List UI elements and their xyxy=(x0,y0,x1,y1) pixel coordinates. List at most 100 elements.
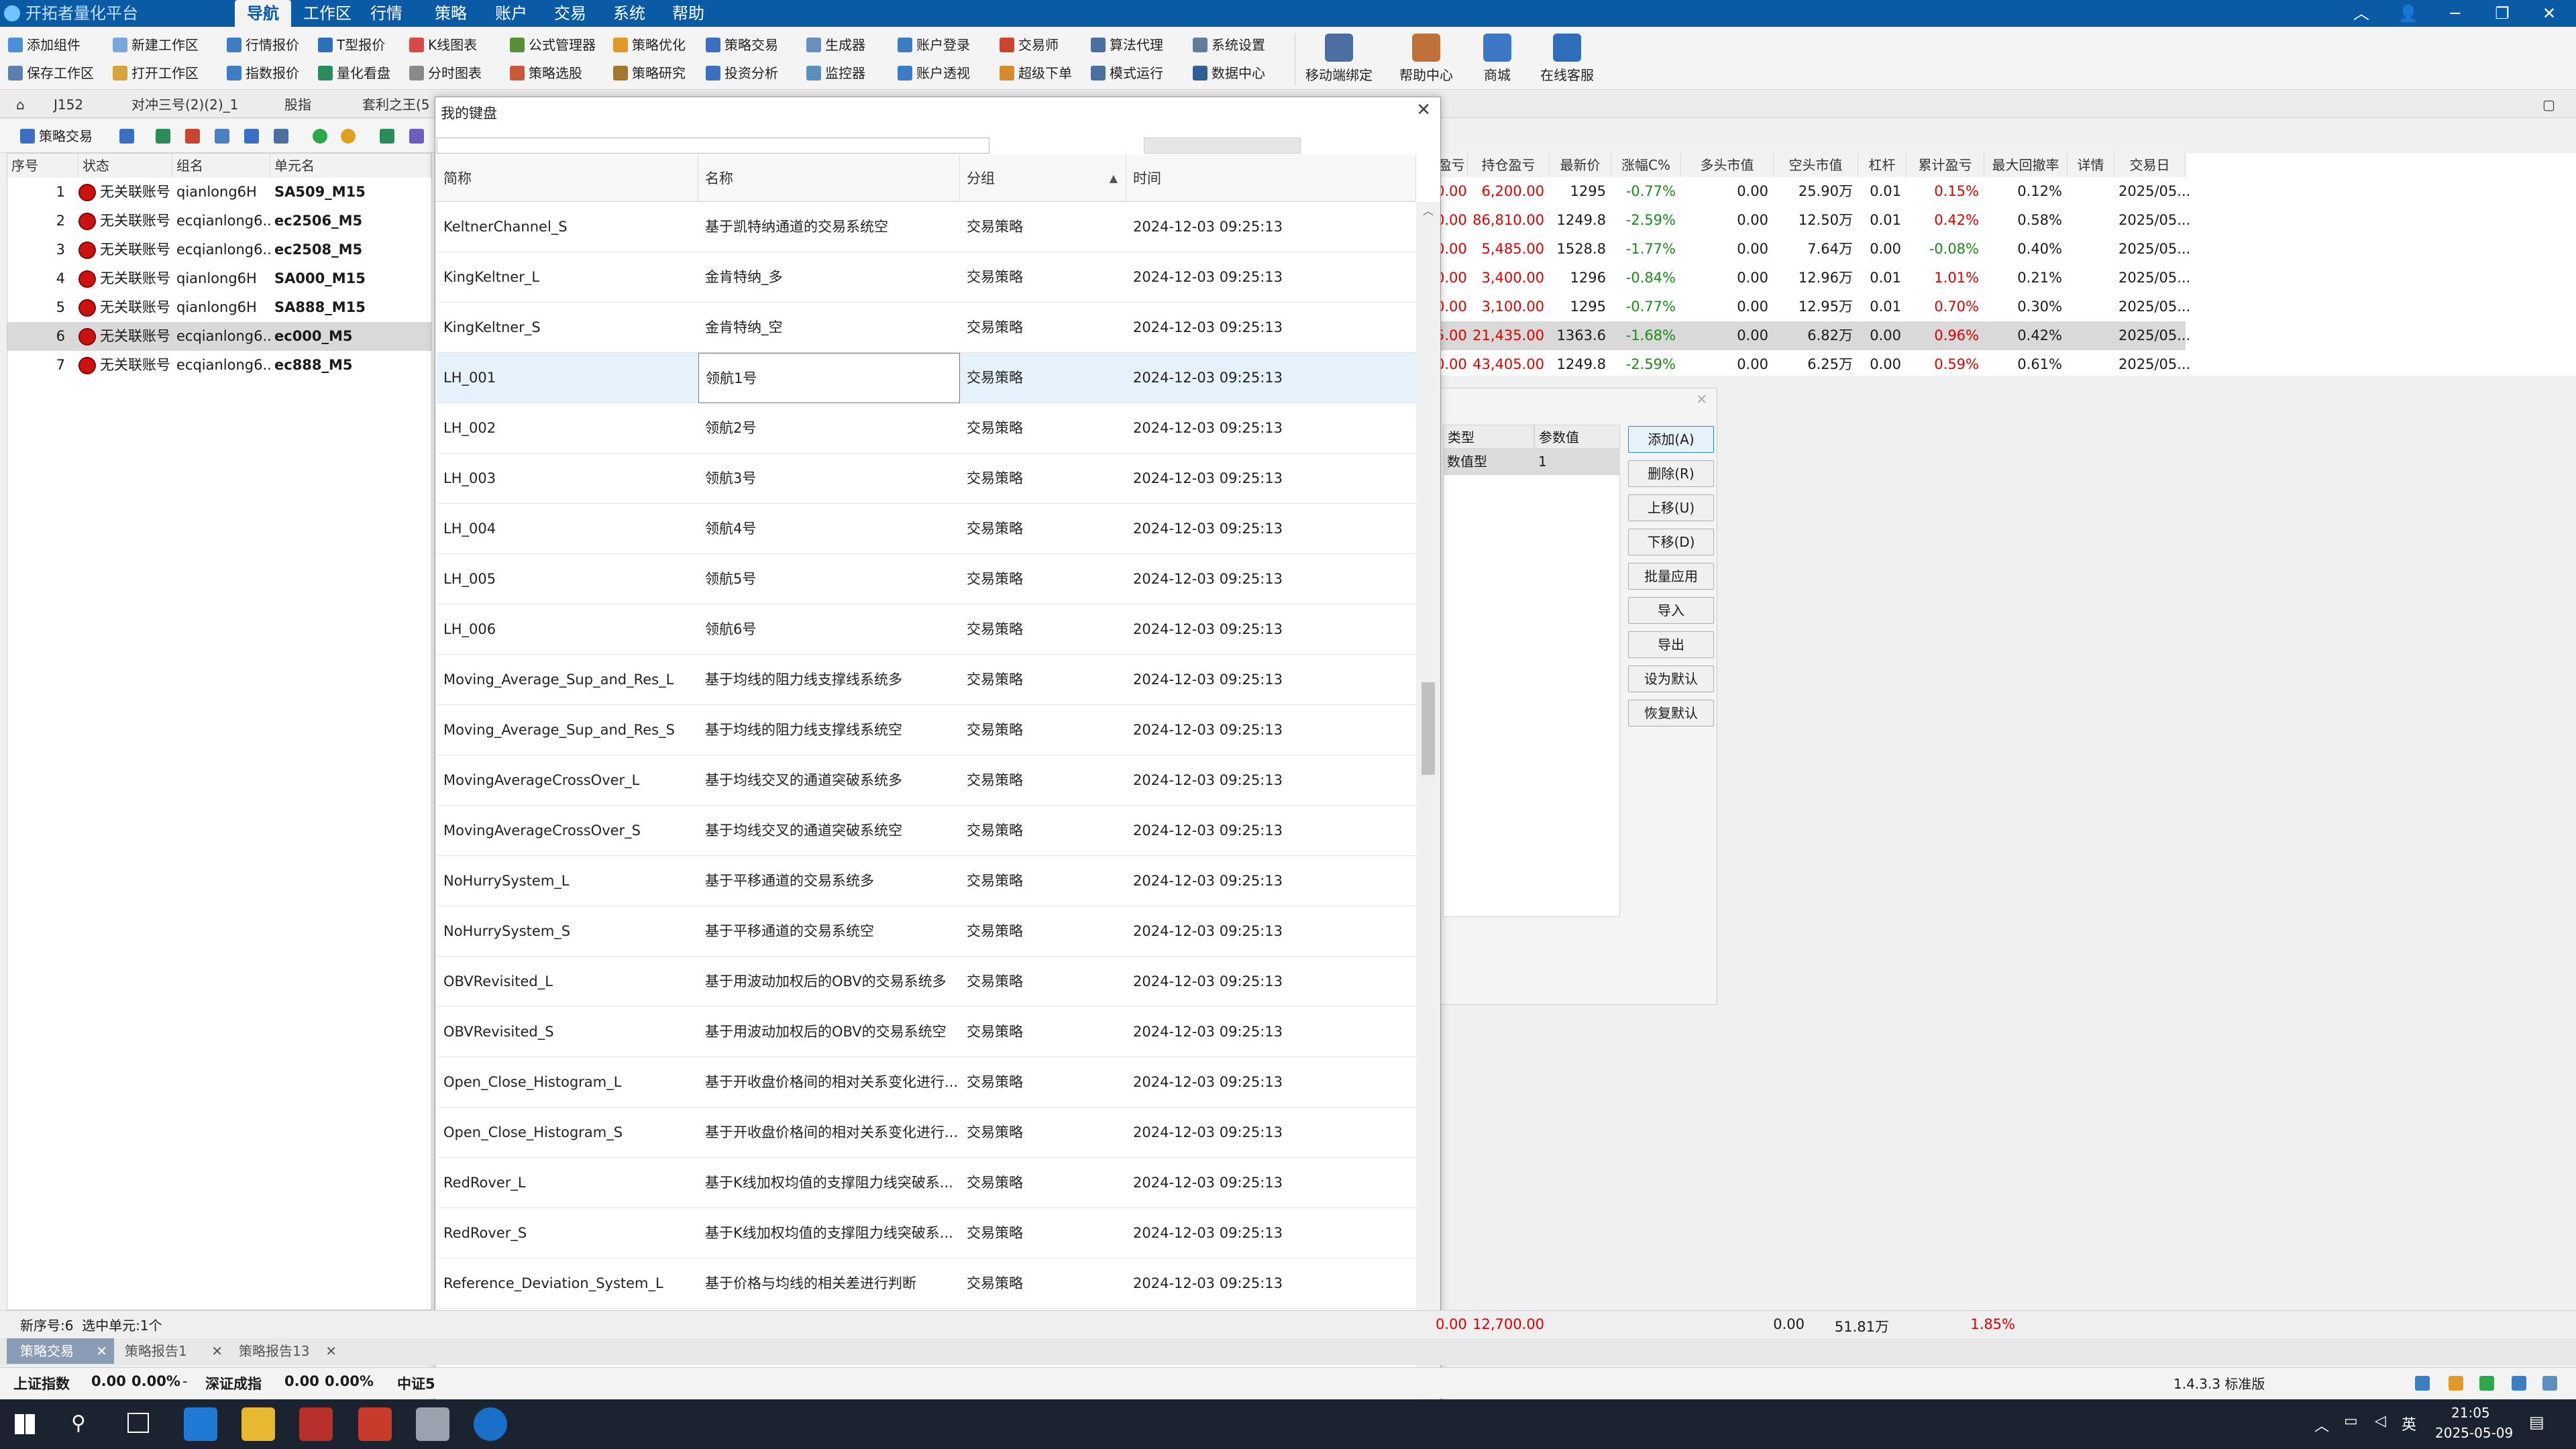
windows-start-icon[interactable] xyxy=(15,1414,35,1434)
mode-run-button[interactable]: 模式运行 xyxy=(1091,60,1163,86)
table-row[interactable]: 0.00 3,100.00 1295 -0.77% 0.00 12.95万 0.01 0.70… xyxy=(1436,292,2190,321)
list-item[interactable]: LH_002 领航2号 交易策略 2024-12-03 09:25:13 xyxy=(437,403,1416,453)
super-order-button[interactable]: 超级下单 xyxy=(1000,60,1072,86)
scroll-up-icon[interactable]: ︿ xyxy=(1423,202,1434,218)
list-item[interactable]: LH_004 领航4号 交易策略 2024-12-03 09:25:13 xyxy=(437,504,1416,554)
settings-icon[interactable] xyxy=(244,129,259,144)
account-view-button[interactable]: 账户透视 xyxy=(898,60,970,86)
table-row[interactable]: 1 无关联账号 qianlong6H SA509_M15 xyxy=(7,178,431,207)
header-unit[interactable]: 单元名 xyxy=(270,154,431,178)
list-item[interactable]: KingKeltner_L 金肯特纳_多 交易策略 2024-12-03 09:25:… xyxy=(437,252,1416,303)
col-header[interactable]: 最大回撤率 xyxy=(1984,153,2068,177)
t-quote-button[interactable]: T型报价 xyxy=(318,32,385,58)
quote-button[interactable]: 行情报价 xyxy=(227,32,299,58)
col-header[interactable]: 持仓盈亏 xyxy=(1468,153,1550,177)
invest-analysis-button[interactable]: 投资分析 xyxy=(706,60,778,86)
strategy-optimize-button[interactable]: 策略优化 xyxy=(613,32,686,58)
algo-agent-button[interactable]: 算法代理 xyxy=(1091,32,1163,58)
formula-manager-button[interactable]: 公式管理器 xyxy=(510,32,596,58)
add-component-button[interactable]: 添加组件 xyxy=(8,32,80,58)
param-close-icon[interactable]: ✕ xyxy=(1696,391,1707,407)
user-icon[interactable]: 👤 xyxy=(2388,0,2428,27)
header-time[interactable]: 时间 xyxy=(1126,155,1416,202)
volume-icon[interactable]: ◁ xyxy=(2375,1413,2386,1430)
dialog-close-button[interactable]: ✕ xyxy=(1416,100,1431,120)
list-item[interactable]: KeltnerChannel_S 基于凯特纳通道的交易系统空 交易策略 2024-12… xyxy=(437,202,1416,252)
menu-trade[interactable]: 交易 xyxy=(549,0,592,27)
strategy-trade-button[interactable]: 策略交易 xyxy=(706,32,778,58)
list-item[interactable]: RedRover_S 基于K线加权均值的支撑阻力线突破系... 交易策略 2024-1… xyxy=(437,1208,1416,1258)
param-button-0[interactable]: 添加(A) xyxy=(1628,426,1714,453)
list-item[interactable]: MovingAverageCrossOver_L 基于均线交叉的通道突破系统多 交易… xyxy=(437,755,1416,806)
col-header[interactable]: 涨幅C% xyxy=(1611,153,1681,177)
tb-platform-icon[interactable] xyxy=(474,1407,507,1441)
col-header[interactable]: 多头市值 xyxy=(1681,153,1774,177)
list-item[interactable]: LH_006 领航6号 交易策略 2024-12-03 09:25:13 xyxy=(437,604,1416,655)
online-support-button[interactable]: 在线客服 xyxy=(1527,34,1607,87)
dialog-search-input[interactable] xyxy=(437,138,989,154)
table-row[interactable]: 4 无关联账号 qianlong6H SA000_M15 xyxy=(7,264,431,293)
index-quote-button[interactable]: 指数报价 xyxy=(227,60,299,86)
table-row[interactable]: 0.00 43,405.00 1249.8 -2.59% 0.00 6.25万 0.00 0.… xyxy=(1436,350,2190,379)
tab-j152[interactable]: J152 xyxy=(54,91,83,118)
check-icon[interactable] xyxy=(119,129,134,144)
home-icon[interactable]: ⌂ xyxy=(16,91,25,118)
clock-time[interactable]: 21:05 xyxy=(2451,1405,2490,1421)
table-row[interactable]: 3 无关联账号 ecqianlong6... ec2508_M5 xyxy=(7,235,431,264)
list-item[interactable]: LH_003 领航3号 交易策略 2024-12-03 09:25:13 xyxy=(437,453,1416,504)
panel-maximize-icon[interactable]: ▢ xyxy=(2542,91,2555,118)
menu-quotes[interactable]: 行情 xyxy=(365,0,408,27)
menu-strategy[interactable]: 策略 xyxy=(429,0,472,27)
task-view-icon[interactable] xyxy=(127,1413,149,1433)
table-row[interactable]: 0.00 6,200.00 1295 -0.77% 0.00 25.90万 0.01 0.15… xyxy=(1436,177,2190,206)
strategy-trade-panel-button[interactable]: 策略交易 xyxy=(20,123,93,149)
bottom-tab-report1[interactable]: 策略报告1 ✕ xyxy=(122,1338,229,1364)
close-tab-icon[interactable]: ✕ xyxy=(211,1338,223,1364)
kline-chart-button[interactable]: K线图表 xyxy=(409,32,477,58)
system-settings-button[interactable]: 系统设置 xyxy=(1193,32,1265,58)
table-row[interactable]: 2 无关联账号 ecqianlong6... ec2506_M5 xyxy=(7,207,431,235)
list-item[interactable]: MovingAverageCrossOver_S 基于均线交叉的通道突破系统空 交易… xyxy=(437,806,1416,856)
table-row[interactable]: 7 无关联账号 ecqianlong6... ec888_M5 xyxy=(7,351,431,380)
header-group[interactable]: 组名 xyxy=(172,154,270,178)
param-button-7[interactable]: 设为默认 xyxy=(1628,665,1714,692)
param-button-2[interactable]: 上移(U) xyxy=(1628,494,1714,521)
save-workspace-button[interactable]: 保存工作区 xyxy=(8,60,94,86)
notification-icon[interactable]: ▤ xyxy=(2529,1413,2544,1432)
menu-nav[interactable]: 导航 xyxy=(235,0,291,27)
param-row[interactable]: 数值型 1 xyxy=(1443,449,1620,474)
list-item[interactable]: NoHurrySystem_S 基于平移通道的交易系统空 交易策略 2024-12-0… xyxy=(437,906,1416,957)
list-item[interactable]: OBVRevisited_S 基于用波动加权后的OBV的交易系统空 交易策略 2024… xyxy=(437,1007,1416,1057)
quant-board-button[interactable]: 量化看盘 xyxy=(318,60,390,86)
bottom-tab-strategy-trade[interactable]: 策略交易 ✕ xyxy=(7,1338,114,1364)
menu-workspace[interactable]: 工作区 xyxy=(299,0,356,27)
list-item[interactable]: Open_Close_Histogram_L 基于开收盘价格间的相对关系变化进行.… xyxy=(437,1057,1416,1108)
edge-browser-icon[interactable] xyxy=(184,1407,217,1441)
close-icon[interactable]: ✕ xyxy=(2529,0,2569,27)
restore-icon[interactable]: ❐ xyxy=(2482,0,2522,27)
wh8-app-icon[interactable] xyxy=(299,1407,333,1441)
stop-icon[interactable] xyxy=(341,129,356,144)
table-row[interactable]: 5.00 21,435.00 1363.6 -1.68% 0.00 6.82万 0.00 0.… xyxy=(1436,321,2190,350)
param-button-8[interactable]: 恢复默认 xyxy=(1628,700,1714,727)
file-explorer-icon[interactable] xyxy=(241,1407,275,1441)
clock-date[interactable]: 2025-05-09 xyxy=(2435,1425,2513,1441)
new-workspace-button[interactable]: 新建工作区 xyxy=(113,32,199,58)
status-icon-5[interactable] xyxy=(2542,1376,2557,1391)
param-button-5[interactable]: 导入 xyxy=(1628,597,1714,624)
menu-help[interactable]: 帮助 xyxy=(667,0,710,27)
param-button-3[interactable]: 下移(D) xyxy=(1628,529,1714,555)
status-icon-4[interactable] xyxy=(2512,1376,2526,1391)
status-icon-3[interactable] xyxy=(2479,1376,2494,1391)
bottom-tab-report13[interactable]: 策略报告13 ✕ xyxy=(236,1338,343,1364)
wh7-app-icon[interactable] xyxy=(358,1407,392,1441)
app-window-icon[interactable] xyxy=(416,1407,449,1441)
list-item[interactable]: Moving_Average_Sup_and_Res_S 基于均线的阻力线支撑线系… xyxy=(437,705,1416,755)
list-item[interactable]: RedRover_L 基于K线加权均值的支撑阻力线突破系... 交易策略 2024-1… xyxy=(437,1158,1416,1208)
status-icon-2[interactable] xyxy=(2449,1376,2463,1391)
table-row[interactable]: 0.00 3,400.00 1296 -0.84% 0.00 12.96万 0.01 1.01… xyxy=(1436,264,2190,292)
list-item[interactable]: Moving_Average_Sup_and_Res_L 基于均线的阻力线支撑线系… xyxy=(437,655,1416,705)
menu-account[interactable]: 账户 xyxy=(490,0,533,27)
table-row[interactable]: 0.00 5,485.00 1528.8 -1.77% 0.00 7.64万 0.00 -0.… xyxy=(1436,235,2190,264)
status-icon-1[interactable] xyxy=(2415,1376,2430,1391)
